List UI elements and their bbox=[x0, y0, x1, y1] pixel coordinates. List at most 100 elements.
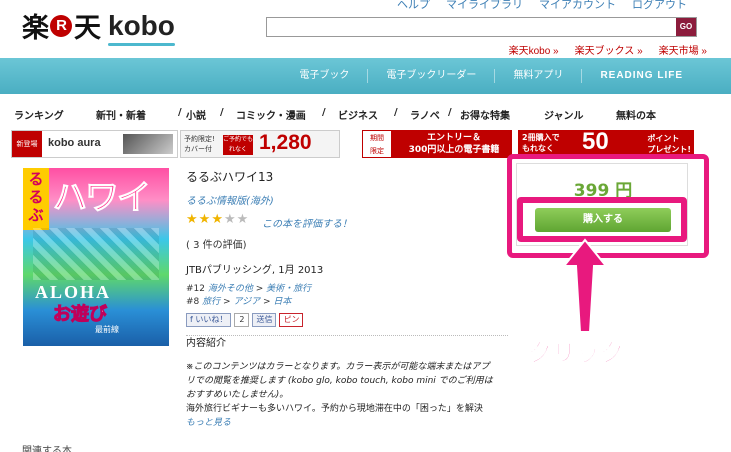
cat-ranking[interactable]: ランキング bbox=[14, 107, 64, 122]
rakuten-books-link[interactable]: 楽天ブックス » bbox=[575, 42, 643, 57]
preorder-bonus-tag: ご予約でもれなく bbox=[223, 135, 254, 155]
rank-row-1: #12 海外その他 > 美術・旅行 bbox=[186, 281, 311, 294]
rank-separator: > bbox=[220, 297, 234, 307]
rakuten-kobo-logo[interactable]: 楽 R 天 kobo bbox=[22, 6, 175, 46]
rakuten-logo: 楽 R 天 bbox=[22, 6, 101, 45]
rank-row-2: #8 旅行 > アジア > 日本 bbox=[186, 294, 291, 307]
points-line-1: ポイント bbox=[647, 134, 680, 143]
read-more-link[interactable]: もっと見る bbox=[186, 416, 498, 430]
cat-separator: / bbox=[220, 107, 224, 118]
kobo-logo: kobo bbox=[108, 9, 175, 46]
kobo-aura-banner[interactable]: 新登場 kobo aura bbox=[11, 130, 178, 158]
series-link[interactable]: るるぶ情報版(海外) bbox=[186, 192, 274, 207]
cat-separator: / bbox=[394, 107, 398, 118]
preorder-label: 予約限定! カバー付 bbox=[184, 134, 215, 154]
my-library-link[interactable]: マイライブラリ bbox=[446, 0, 523, 12]
nav-ereaders[interactable]: 電子ブックリーダー bbox=[367, 69, 494, 83]
points-amount: 1,280 bbox=[259, 131, 312, 154]
kobo-aura-text: kobo aura bbox=[48, 137, 101, 149]
highlight-box-buy bbox=[517, 197, 687, 242]
divider bbox=[186, 335, 508, 336]
entry-line-1: エントリー＆ bbox=[426, 133, 481, 143]
cat-separator: / bbox=[322, 107, 326, 118]
book-title: るるぶハワイ13 bbox=[186, 170, 274, 184]
review-count: ( 3 件の評価) bbox=[186, 240, 247, 251]
rank-category-link[interactable]: アジア bbox=[233, 297, 260, 307]
cat-light-novels[interactable]: ラノベ bbox=[410, 107, 440, 122]
store-links: 楽天kobo » 楽天ブックス » 楽天市場 » bbox=[509, 42, 707, 57]
facebook-send-button[interactable]: 送信 bbox=[252, 313, 277, 327]
rank-number: #12 bbox=[186, 284, 205, 294]
rate-this-book-link[interactable]: この本を評価する！ bbox=[262, 215, 352, 230]
cover-small-text: 最前線 bbox=[95, 325, 119, 334]
rakuten-ichiba-link[interactable]: 楽天市場 » bbox=[659, 42, 707, 57]
nav-reading-life[interactable]: READING LIFE bbox=[581, 69, 701, 83]
points-present-text: ポイント プレゼント! bbox=[647, 133, 691, 155]
cat-separator: / bbox=[448, 107, 452, 118]
like-label: いいね！ bbox=[195, 315, 228, 324]
preorder-points-banner[interactable]: 予約限定! カバー付 ご予約でもれなく 1,280 bbox=[180, 130, 340, 158]
cat-novels[interactable]: 小説 bbox=[186, 107, 206, 122]
rurubu-badge: るるぶ bbox=[23, 168, 49, 230]
cat-separator: / bbox=[178, 107, 182, 118]
nav-free-apps[interactable]: 無料アプリ bbox=[494, 69, 581, 83]
cat-free-books[interactable]: 無料の本 bbox=[616, 107, 656, 122]
preorder-line-2: カバー付 bbox=[184, 145, 212, 153]
color-content-note: ※このコンテンツはカラーとなります。カラー表示が可能な端末またはアプリでの閲覧を… bbox=[186, 362, 493, 400]
rank-separator: > bbox=[260, 297, 274, 307]
cover-title: ハワイ bbox=[53, 178, 152, 219]
related-books-heading: 関連する本 bbox=[22, 446, 72, 452]
facebook-like-button[interactable]: f いいね！ bbox=[186, 313, 232, 327]
search-go-button[interactable]: GO bbox=[676, 18, 696, 36]
description-text: 海外旅行ビギナーも多いハワイ。予約から現地滞在中の「困った」を解決 bbox=[186, 404, 483, 414]
book-cover-image[interactable]: るるぶ ハワイ ALOHA お遊び 最前線 bbox=[23, 168, 169, 346]
search-input[interactable] bbox=[267, 18, 676, 36]
star-filled-icon: ★ bbox=[186, 212, 199, 227]
entry-campaign-banner[interactable]: 期間 限定 エントリー＆ 300円以上の電子書籍 bbox=[362, 130, 512, 158]
entry-campaign-text: エントリー＆ 300円以上の電子書籍 bbox=[398, 132, 510, 156]
rakuten-kobo-link[interactable]: 楽天kobo » bbox=[509, 42, 559, 57]
new-arrival-tag: 新登場 bbox=[12, 131, 42, 157]
star-filled-icon: ★ bbox=[211, 212, 224, 227]
cat-comics[interactable]: コミック・漫画 bbox=[236, 107, 306, 122]
rank-separator: > bbox=[252, 284, 267, 294]
description-heading: 内容紹介 bbox=[186, 338, 226, 349]
rank-category-link[interactable]: 日本 bbox=[273, 297, 291, 307]
two-book-text: 2冊購入で もれなく bbox=[522, 132, 560, 154]
pinterest-pin-button[interactable]: ピン bbox=[279, 313, 304, 327]
logo-char-1: 楽 bbox=[22, 13, 49, 44]
nav-ebooks[interactable]: 電子ブック bbox=[281, 69, 367, 83]
cover-photo-collage bbox=[33, 228, 159, 280]
star-filled-icon: ★ bbox=[198, 212, 212, 227]
ereader-device-image bbox=[123, 134, 173, 154]
logo-r-circle: R bbox=[50, 14, 72, 37]
star-empty-icon: ★ bbox=[236, 212, 250, 227]
cat-deals[interactable]: お得な特集 bbox=[460, 107, 510, 122]
like-count: 2 bbox=[234, 313, 250, 327]
main-nav: 電子ブック 電子ブックリーダー 無料アプリ READING LIFE bbox=[0, 58, 731, 94]
two-book-line-2: もれなく bbox=[522, 144, 554, 153]
search-bar: GO bbox=[266, 17, 697, 37]
help-link[interactable]: ヘルプ bbox=[397, 0, 430, 12]
social-buttons: f いいね！ 2 送信 ピン bbox=[186, 313, 304, 327]
rank-category-link[interactable]: 海外その他 bbox=[208, 284, 253, 294]
rank-category-link[interactable]: 旅行 bbox=[202, 297, 220, 307]
click-annotation: クリック bbox=[528, 339, 625, 368]
limited-line-1: 期間 bbox=[370, 134, 384, 142]
my-account-link[interactable]: マイアカウント bbox=[539, 0, 616, 12]
preorder-line-1: 予約限定! bbox=[184, 135, 215, 143]
rank-category-link[interactable]: 美術・旅行 bbox=[266, 284, 311, 294]
two-book-line-1: 2冊購入で bbox=[522, 133, 560, 142]
cat-new-releases[interactable]: 新刊・新着 bbox=[96, 107, 146, 122]
logout-link[interactable]: ログアウト bbox=[632, 0, 687, 12]
top-links: ヘルプ マイライブラリ マイアカウント ログアウト bbox=[397, 0, 687, 12]
cat-genre[interactable]: ジャンル bbox=[544, 107, 584, 122]
category-nav: ランキング 新刊・新着 / 小説 / コミック・漫画 / ビジネス / ラノベ … bbox=[0, 104, 731, 124]
site-header: 楽 R 天 kobo ヘルプ マイライブラリ マイアカウント ログアウト GO … bbox=[0, 0, 731, 58]
star-rating: ★★★★★ bbox=[186, 212, 249, 227]
cat-business[interactable]: ビジネス bbox=[338, 107, 378, 122]
logo-char-2: 天 bbox=[74, 13, 101, 44]
publisher-date: JTBパブリッシング, 1月 2013 bbox=[186, 265, 324, 276]
limited-period-tag: 期間 限定 bbox=[362, 130, 392, 158]
star-empty-icon: ★ bbox=[223, 212, 237, 227]
